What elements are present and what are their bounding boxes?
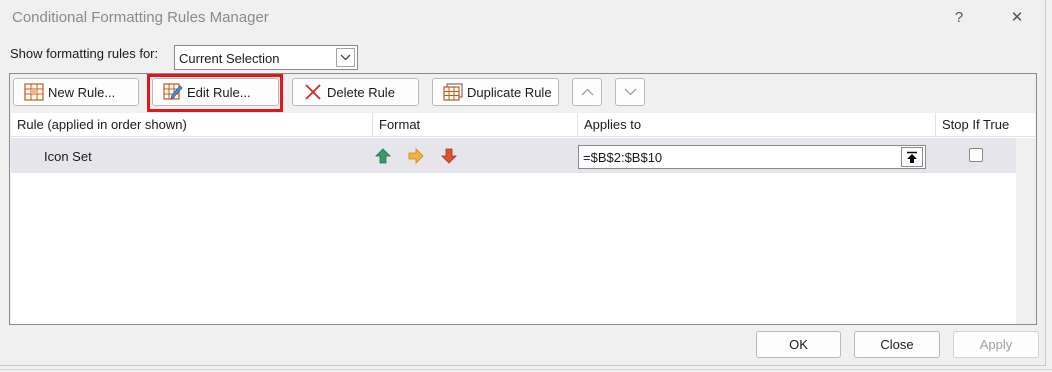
chevron-down-icon: [624, 88, 636, 96]
rules-table: Rule (applied in order shown) Format App…: [11, 113, 1035, 324]
rule-name: Icon Set: [44, 149, 92, 164]
delete-x-icon: [305, 84, 321, 100]
table-row[interactable]: Icon Set =$B$2:$B$10: [11, 138, 1016, 173]
header-applies-to: Applies to: [578, 113, 936, 137]
red-down-arrow-icon: [441, 148, 457, 164]
stop-if-true-checkbox[interactable]: [969, 148, 983, 162]
close-icon[interactable]: ✕: [1002, 4, 1032, 30]
new-rule-icon: [24, 83, 44, 101]
header-rule: Rule (applied in order shown): [11, 113, 373, 137]
apply-button[interactable]: Apply: [953, 331, 1039, 358]
green-up-arrow-icon: [375, 148, 391, 164]
new-rule-button[interactable]: New Rule...: [13, 78, 139, 106]
show-rules-label: Show formatting rules for:: [10, 46, 159, 61]
duplicate-rule-label: Duplicate Rule: [467, 84, 552, 100]
new-rule-label: New Rule...: [48, 84, 116, 100]
vertical-scrollbar[interactable]: [1016, 138, 1035, 324]
delete-rule-button[interactable]: Delete Rule: [292, 78, 419, 106]
duplicate-rule-icon: [443, 83, 463, 101]
applies-to-field[interactable]: =$B$2:$B$10: [578, 145, 926, 169]
close-button[interactable]: Close: [854, 331, 940, 358]
help-button[interactable]: ?: [944, 4, 974, 30]
rules-manager-dialog: Conditional Formatting Rules Manager ? ✕…: [0, 0, 1046, 366]
show-rules-dropdown[interactable]: Current Selection: [174, 45, 358, 70]
edit-rule-highlight: [147, 74, 283, 112]
move-down-button[interactable]: [615, 78, 645, 106]
dialog-title: Conditional Formatting Rules Manager: [12, 9, 269, 26]
duplicate-rule-button[interactable]: Duplicate Rule: [432, 78, 559, 106]
applies-to-value: =$B$2:$B$10: [583, 150, 663, 165]
chevron-up-icon: [581, 88, 593, 96]
delete-rule-label: Delete Rule: [327, 84, 395, 100]
show-rules-value: Current Selection: [179, 51, 280, 66]
worksheet-gridline: [0, 369, 1052, 370]
header-format: Format: [373, 113, 578, 137]
ok-button[interactable]: OK: [756, 331, 841, 358]
header-stop-if-true: Stop If True: [936, 113, 1035, 137]
yellow-right-arrow-icon: [408, 148, 424, 164]
collapse-range-icon[interactable]: [901, 147, 923, 167]
chevron-down-icon[interactable]: [336, 48, 355, 67]
move-up-button[interactable]: [572, 78, 602, 106]
